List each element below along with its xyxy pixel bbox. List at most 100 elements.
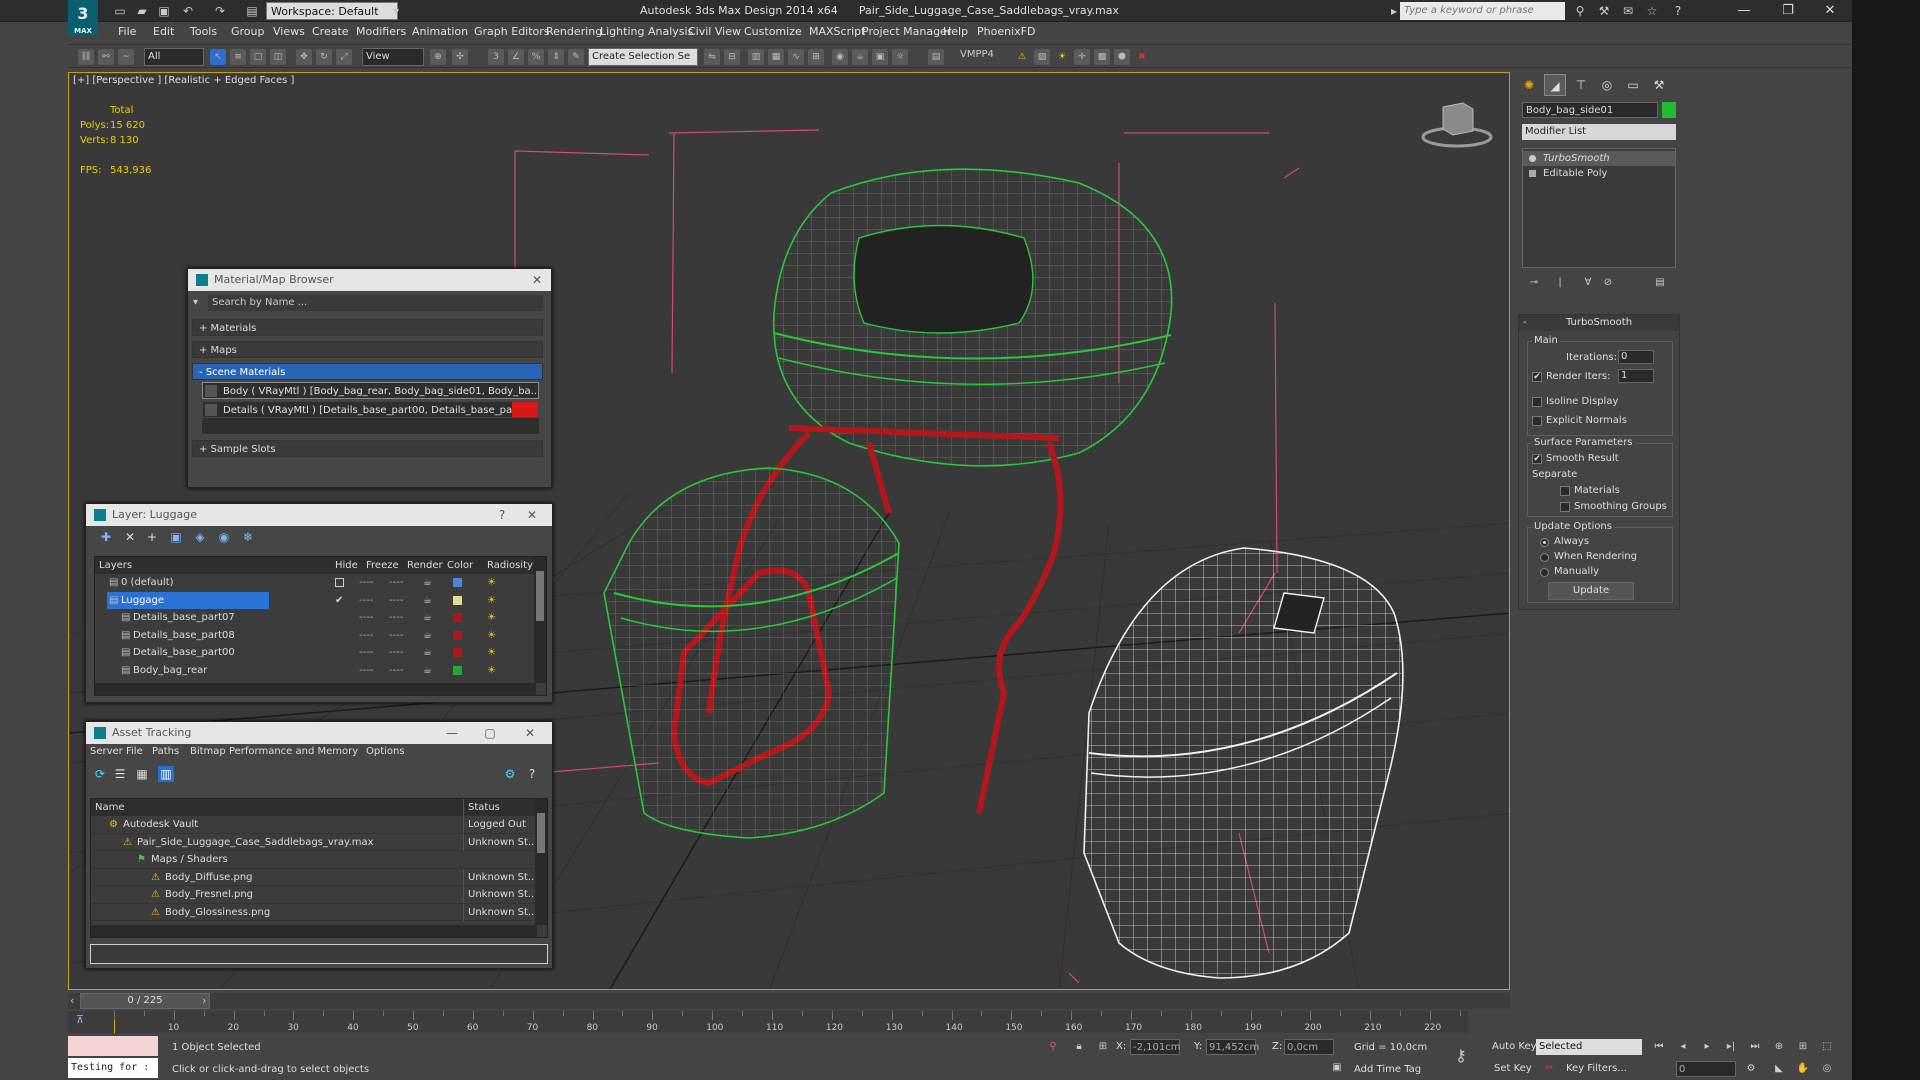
current-frame-field[interactable]: 0 <box>1676 1061 1736 1077</box>
layer-name[interactable]: Details_base_part08 <box>119 627 269 644</box>
smooth-result-checkbox[interactable]: ✔ <box>1532 454 1542 464</box>
workspace-select[interactable]: Workspace: Default <box>266 2 398 20</box>
selection-lock-icon[interactable]: 🔒︎ <box>1072 1040 1086 1054</box>
turbosmooth-rollout-header[interactable]: - TurboSmooth <box>1519 315 1679 331</box>
select-scale-icon[interactable]: ⤢ <box>336 49 352 65</box>
auto-key-button[interactable]: Auto Key <box>1492 1039 1537 1055</box>
bind-space-warp-icon[interactable]: ~ <box>118 49 134 65</box>
material-search-input[interactable]: Search by Name ... <box>208 295 543 311</box>
pan-view-icon[interactable]: ✋ <box>1796 1062 1810 1076</box>
menu-phoenixfd[interactable]: PhoenixFD <box>977 22 1035 42</box>
render-region-icon[interactable]: ▩ <box>1094 49 1110 65</box>
col-layers[interactable]: Layers <box>99 557 132 574</box>
percent-snap-icon[interactable]: % <box>528 49 544 65</box>
angle-snap-icon[interactable]: ∠ <box>508 49 524 65</box>
key-filters-icon[interactable]: ⇔ <box>1542 1061 1556 1075</box>
layer-name[interactable]: Details_base_part00 <box>119 644 269 661</box>
maxscript-listener-top[interactable] <box>68 1036 158 1056</box>
thumbnail-view-icon[interactable]: ▦ <box>134 766 150 782</box>
vault-connect-icon[interactable]: ⚙ <box>502 766 518 782</box>
undo-icon[interactable]: ↶ <box>180 3 196 19</box>
active-layer-check-icon[interactable]: ✔ <box>335 592 343 609</box>
x-coordinate-field[interactable]: -2,101cm <box>1130 1039 1180 1055</box>
current-layer-box[interactable] <box>335 578 344 587</box>
align-icon[interactable]: ⊟ <box>724 49 740 65</box>
layer-horizontal-scrollbar[interactable] <box>95 683 536 695</box>
rendered-frame-window-icon[interactable]: ▣ <box>872 49 888 65</box>
hierarchy-tab-icon[interactable]: ⊤ <box>1570 74 1592 96</box>
project-folder-icon[interactable]: ▤ <box>244 3 260 19</box>
menu-graph-editors[interactable]: Graph Editors <box>474 22 550 42</box>
select-link-icon[interactable]: ⛓ <box>78 49 94 65</box>
material-browser-titlebar[interactable]: Material/Map Browser ✕ <box>188 269 551 291</box>
viewport-label[interactable]: [+] [Perspective ] [Realistic + Edged Fa… <box>73 75 294 86</box>
asset-name[interactable]: Body_Glossiness.png <box>165 904 270 921</box>
motion-tab-icon[interactable]: ◎ <box>1596 74 1618 96</box>
freeze-toggle[interactable]: ---- <box>389 662 403 679</box>
key-filters-button[interactable]: Key Filters... <box>1566 1061 1627 1077</box>
key-selection-set-select[interactable]: Selected <box>1536 1039 1642 1055</box>
add-time-tag-button[interactable]: Add Time Tag <box>1354 1064 1421 1075</box>
object-color-swatch[interactable] <box>1662 102 1676 118</box>
curve-editor-icon[interactable]: ∿ <box>788 49 804 65</box>
menu-views[interactable]: Views <box>273 22 305 42</box>
time-slider-thumb[interactable]: 0 / 225 <box>80 993 210 1009</box>
asset-vertical-scrollbar[interactable] <box>535 799 547 925</box>
warning-icon[interactable]: ⚠ <box>1014 49 1030 65</box>
col-hide[interactable]: Hide <box>335 557 358 574</box>
display-tab-icon[interactable]: ▭ <box>1622 74 1644 96</box>
pivot-center-icon[interactable]: ⊕ <box>430 49 446 65</box>
asset-name[interactable]: Body_Fresnel.png <box>165 886 253 903</box>
material-editor-icon[interactable]: ◉ <box>832 49 848 65</box>
asset-name[interactable]: Body_Diffuse.png <box>165 869 253 886</box>
time-tag-icon[interactable]: ▣ <box>1330 1061 1344 1075</box>
open-file-icon[interactable]: ▰ <box>134 3 150 19</box>
iterations-spinner[interactable]: 0 <box>1618 350 1654 364</box>
select-highlighted-icon[interactable]: ▣ <box>168 529 184 545</box>
asset-horizontal-scrollbar[interactable] <box>91 925 537 937</box>
menu-lighting-analysis[interactable]: Lighting Analysis <box>600 22 693 42</box>
pin-stack-icon[interactable]: ⊸ <box>1526 275 1542 291</box>
table-view-icon[interactable]: ▥ <box>158 766 174 782</box>
layer-row[interactable]: Luggage ▤ ✔ ---- ---- ☕ ☀ <box>95 591 546 610</box>
freeze-toggle[interactable]: ---- <box>389 627 403 644</box>
add-selected-icon[interactable]: + <box>144 529 160 545</box>
col-freeze[interactable]: Freeze <box>366 557 399 574</box>
communication-icon[interactable]: ✉ <box>1620 3 1636 19</box>
workspace-dropdown-icon[interactable]: ▾ <box>388 3 404 19</box>
delete-layer-icon[interactable]: ✕ <box>122 529 138 545</box>
radiosity-icon[interactable]: ☀ <box>487 592 496 609</box>
layer-vertical-scrollbar[interactable] <box>534 557 546 683</box>
scene-materials-section[interactable]: - Scene Materials <box>192 363 543 380</box>
time-configuration-icon[interactable]: ⚙ <box>1744 1062 1758 1076</box>
phoenix-fd-icon[interactable]: ⬢ <box>1114 49 1130 65</box>
asset-row[interactable]: ⚠ Body_Glossiness.png Unknown St... <box>91 903 547 921</box>
col-color[interactable]: Color <box>447 557 473 574</box>
help-icon[interactable]: ? <box>1670 3 1686 19</box>
remove-modifier-icon[interactable]: ⊘ <box>1600 275 1616 291</box>
subscription-icon[interactable]: ⚒ <box>1596 3 1612 19</box>
absolute-mode-icon[interactable]: ⊞ <box>1096 1040 1110 1054</box>
snaps-toggle-icon[interactable]: 3 <box>488 49 504 65</box>
app-logo[interactable]: 3 MAX <box>68 0 98 36</box>
new-file-icon[interactable]: ▭ <box>112 3 128 19</box>
layer-row[interactable]: Body_bag_rear ▤ ---- ---- ☕ ☀ <box>95 662 546 680</box>
asset-name[interactable]: Maps / Shaders <box>151 851 228 868</box>
configure-sets-icon[interactable]: ▤ <box>1652 275 1668 291</box>
select-by-name-icon[interactable]: ≡ <box>230 49 246 65</box>
binoculars-icon[interactable]: ⚲ <box>1572 3 1588 19</box>
new-layer-icon[interactable]: ✚ <box>98 529 114 545</box>
freeze-toggle[interactable]: ---- <box>389 592 403 609</box>
material-item-details[interactable]: Details ( VRayMtl ) [Details_base_part00… <box>202 401 539 418</box>
hide-toggle[interactable]: ---- <box>359 644 373 661</box>
asset-row[interactable]: ⚠ Pair_Side_Luggage_Case_Saddlebags_vray.… <box>91 833 547 851</box>
hide-toggle[interactable]: ---- <box>359 592 373 609</box>
schematic-view-icon[interactable]: ⊞ <box>808 49 824 65</box>
track-bar[interactable]: ⊼ 10 20 30 40 50 60 70 80 90 100 110 120 130 140 150 16… <box>68 1011 1468 1033</box>
freeze-toggle[interactable]: ---- <box>389 644 403 661</box>
sample-slots-section[interactable]: + Sample Slots <box>192 440 543 457</box>
hide-toggle[interactable]: ---- <box>359 609 373 626</box>
close-button[interactable]: ✕ <box>1808 0 1852 22</box>
layer-help-icon[interactable]: ? <box>492 504 512 526</box>
create-tab-icon[interactable]: ✺ <box>1518 74 1540 96</box>
